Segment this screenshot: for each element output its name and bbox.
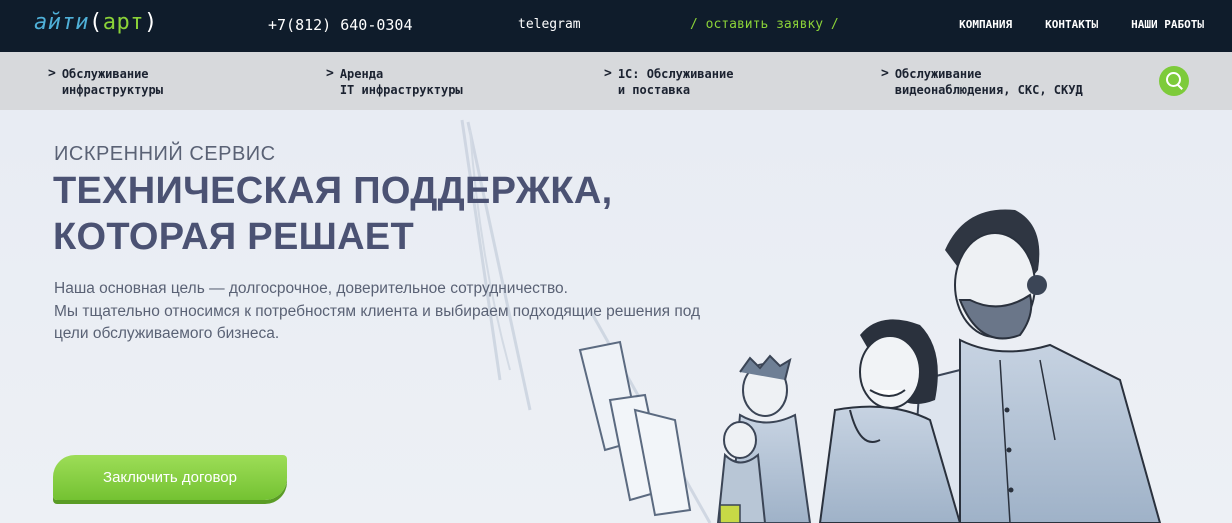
search-button[interactable] [1159,66,1189,96]
nav-contacts[interactable]: КОНТАКТЫ [1045,18,1098,31]
menu-label-line2: видеонаблюдения, СКС, СКУД [894,83,1083,97]
request-link[interactable]: / оставить заявку / [690,17,839,32]
chevron-right-icon: > [881,66,889,81]
menu-item-infrastructure[interactable]: > Обслуживание инфраструктуры [48,66,163,98]
telegram-link[interactable]: telegram [518,17,581,32]
menu-label-line1: Обслуживание [894,67,982,81]
services-menu: > Обслуживание инфраструктуры > Аренда IT … [0,52,1232,110]
logo-part-2: арт [102,10,144,35]
chevron-right-icon: > [326,66,334,81]
menu-item-1c[interactable]: > 1С: Обслуживание и поставка [604,66,733,98]
chevron-right-icon: > [604,66,612,81]
menu-item-rent[interactable]: > Аренда IT инфраструктуры [326,66,463,98]
top-header: айти(арт) +7(812) 640-0304 telegram / ос… [0,0,1232,52]
hero-headline: ТЕХНИЧЕСКАЯ ПОДДЕРЖКА, КОТОРАЯ РЕШАЕТ [53,168,613,260]
logo-part-1: айти [34,10,89,35]
menu-label-line1: Аренда [339,67,384,81]
menu-label-line2: IT инфраструктуры [339,83,463,97]
logo[interactable]: айти(арт) [34,10,158,35]
menu-label-line1: 1С: Обслуживание [617,67,734,81]
hero-kicker: ИСКРЕННИЙ СЕРВИС [54,143,276,165]
lead-line-3: цели обслуживаемого бизнеса. [54,325,280,342]
menu-label-line2: инфраструктуры [61,83,163,97]
contract-button[interactable]: Заключить договор [53,455,287,500]
phone-link[interactable]: +7(812) 640-0304 [268,16,413,34]
menu-item-video[interactable]: > Обслуживание видеонаблюдения, СКС, СКУД [881,66,1083,98]
nav-company[interactable]: КОМПАНИЯ [959,18,1012,31]
logo-paren-close: ) [143,10,158,35]
headline-line-1: ТЕХНИЧЕСКАЯ ПОДДЕРЖКА, [53,170,613,212]
lead-line-2: Мы тщательно относимся к потребностям кл… [54,302,701,320]
chevron-right-icon: > [48,66,56,81]
lead-line-1: Наша основная цель — долгосрочное, довер… [54,280,568,297]
headline-line-2: КОТОРАЯ РЕШАЕТ [53,216,414,258]
nav-works[interactable]: НАШИ РАБОТЫ [1131,18,1204,31]
top-nav: КОМПАНИЯ КОНТАКТЫ НАШИ РАБОТЫ [959,18,1204,31]
menu-label-line1: Обслуживание [61,67,149,81]
hero-lead: Наша основная цель — долгосрочное, довер… [54,278,700,346]
logo-paren-open: ( [88,10,103,35]
menu-label-line2: и поставка [617,83,691,97]
hero-section: ИСКРЕННИЙ СЕРВИС ТЕХНИЧЕСКАЯ ПОДДЕРЖКА, … [0,110,1232,523]
